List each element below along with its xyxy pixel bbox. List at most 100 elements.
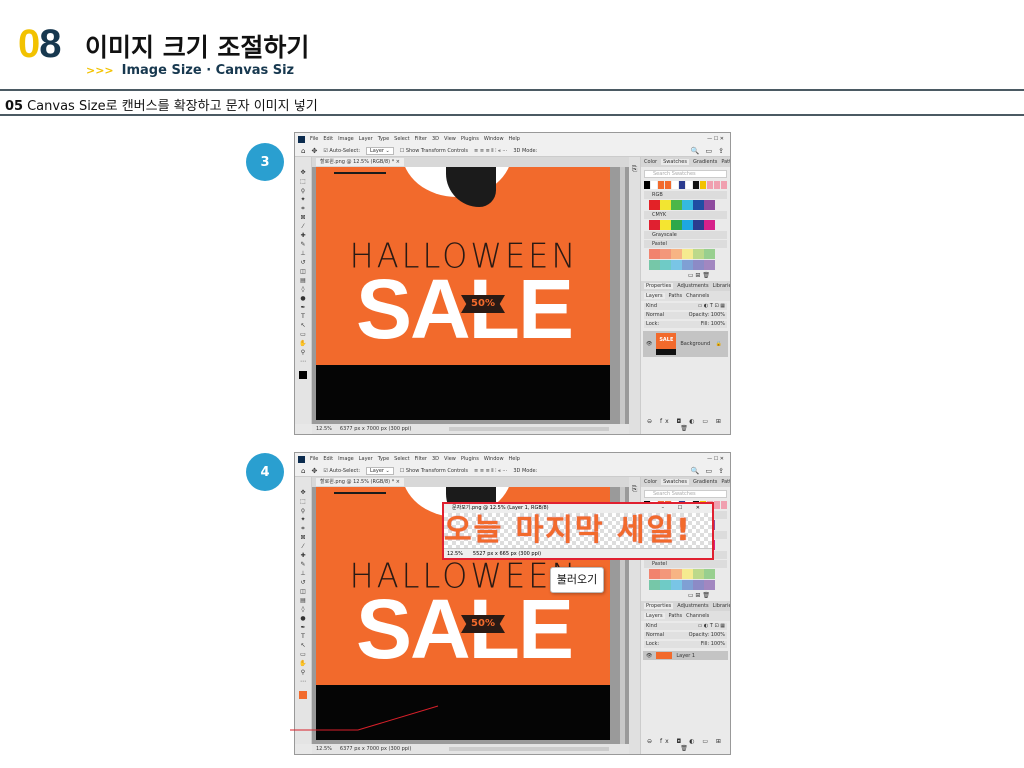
- document-tab[interactable]: 할로윈.png @ 12.5% (RGB/8) * ×: [316, 478, 404, 486]
- hand-tool[interactable]: ✋: [299, 340, 308, 347]
- menu-type[interactable]: Type: [378, 136, 389, 142]
- visibility-eye-icon[interactable]: 👁: [646, 653, 652, 659]
- swatch[interactable]: [686, 181, 692, 189]
- more-tools[interactable]: ⋯: [299, 358, 308, 365]
- tab-channels[interactable]: Channels: [686, 293, 709, 299]
- swatch[interactable]: [671, 249, 682, 259]
- menu-3d[interactable]: 3D: [432, 456, 439, 462]
- poster-canvas[interactable]: HALLOWEEN SALE 50%: [316, 167, 610, 420]
- canvas-area[interactable]: HALLOWEEN SALE 50%: [312, 167, 629, 426]
- eyedropper-tool[interactable]: ⁄: [299, 543, 308, 550]
- swatch[interactable]: [682, 260, 693, 270]
- document-tab[interactable]: 할로윈.png @ 12.5% (RGB/8) * ×: [316, 158, 404, 166]
- foreground-color-swatch[interactable]: [299, 691, 307, 699]
- tab-gradients[interactable]: Gradients: [693, 479, 717, 485]
- swatch[interactable]: [660, 569, 671, 579]
- swatch[interactable]: [693, 220, 704, 230]
- swatch[interactable]: [660, 580, 671, 590]
- swatch[interactable]: [649, 569, 660, 579]
- align-icons[interactable]: ≡ ≡ ≡ ⫴ ⫶ ⫷ ⋯: [474, 468, 507, 474]
- menu-layer[interactable]: Layer: [359, 136, 373, 142]
- menu-filter[interactable]: Filter: [415, 136, 427, 142]
- swatch[interactable]: [660, 249, 671, 259]
- tab-color[interactable]: Color: [644, 159, 657, 165]
- dodge-tool[interactable]: ●: [299, 295, 308, 302]
- swatch[interactable]: [671, 220, 682, 230]
- tab-adjustments[interactable]: Adjustments: [677, 603, 708, 609]
- kind-filter[interactable]: Kind: [646, 623, 657, 630]
- swatch[interactable]: [682, 220, 693, 230]
- swatch[interactable]: [704, 569, 715, 579]
- lock-options[interactable]: Lock:: [646, 321, 659, 328]
- hand-tool[interactable]: ✋: [299, 660, 308, 667]
- tab-color[interactable]: Color: [644, 479, 657, 485]
- share-icon[interactable]: ⇪: [718, 147, 724, 155]
- healing-tool[interactable]: ✚: [299, 232, 308, 239]
- blend-mode-select[interactable]: Normal: [646, 312, 664, 319]
- swatch-search-input[interactable]: Search Swatches: [644, 170, 727, 178]
- swatch[interactable]: [649, 200, 660, 210]
- menu-select[interactable]: Select: [394, 456, 409, 462]
- tab-gradients[interactable]: Gradients: [693, 159, 717, 165]
- layer-row-background[interactable]: 👁 SALE Background 🔒: [643, 331, 728, 357]
- home-icon[interactable]: ⌂: [301, 147, 305, 155]
- share-icon[interactable]: ⇪: [718, 467, 724, 475]
- swatch[interactable]: [682, 569, 693, 579]
- menu-window[interactable]: Window: [484, 136, 504, 142]
- auto-select-checkbox[interactable]: ☑ Auto-Select:: [323, 148, 360, 154]
- swatch-panel-actions[interactable]: ▭ ⊞ 🗑: [641, 272, 730, 279]
- swatch-search-input[interactable]: Search Swatches: [644, 490, 727, 498]
- tab-patterns[interactable]: Patterns: [721, 159, 730, 165]
- lasso-tool[interactable]: ϙ: [299, 507, 308, 514]
- horizontal-scrollbar[interactable]: [449, 747, 609, 751]
- frame-tool[interactable]: ⊠: [299, 534, 308, 541]
- shape-tool[interactable]: ▭: [299, 331, 308, 338]
- zoom-level[interactable]: 12.5%: [316, 746, 332, 752]
- pen-tool[interactable]: ✒: [299, 624, 308, 631]
- menu-plugins[interactable]: Plugins: [461, 136, 479, 142]
- history-panel-icon[interactable]: ⎘: [632, 485, 638, 493]
- workspace-icon[interactable]: ▭: [706, 467, 713, 475]
- history-brush-tool[interactable]: ↺: [299, 579, 308, 586]
- swatch[interactable]: [693, 181, 699, 189]
- align-icons[interactable]: ≡ ≡ ≡ ⫴ ⫶ ⫷ ⋯: [474, 148, 507, 154]
- move-tool[interactable]: ✥: [299, 489, 308, 496]
- menu-image[interactable]: Image: [338, 136, 354, 142]
- swatch[interactable]: [649, 249, 660, 259]
- move-tool[interactable]: ✥: [299, 169, 308, 176]
- swatch[interactable]: [649, 260, 660, 270]
- menu-image[interactable]: Image: [338, 456, 354, 462]
- brush-tool[interactable]: ✎: [299, 561, 308, 568]
- opacity-field[interactable]: Opacity: 100%: [689, 312, 725, 319]
- foreground-color-swatch[interactable]: [299, 371, 307, 379]
- swatch[interactable]: [704, 580, 715, 590]
- layer-panel-actions[interactable]: ⊖ fx ◘ ◐ ▭ ⊞ 🗑: [641, 738, 730, 752]
- swatch[interactable]: [693, 569, 704, 579]
- eyedropper-tool[interactable]: ⁄: [299, 223, 308, 230]
- tab-swatches[interactable]: Swatches: [661, 159, 689, 165]
- move-tool-icon[interactable]: ✥: [311, 147, 317, 155]
- swatch-group-pastel[interactable]: Pastel: [644, 560, 727, 568]
- zoom-tool[interactable]: ⚲: [299, 349, 308, 356]
- swatch[interactable]: [672, 181, 678, 189]
- more-tools[interactable]: ⋯: [299, 678, 308, 685]
- swatch[interactable]: [721, 501, 727, 509]
- swatch[interactable]: [671, 260, 682, 270]
- menu-select[interactable]: Select: [394, 136, 409, 142]
- layer-select[interactable]: Layer ⌄: [366, 466, 394, 475]
- swatch[interactable]: [658, 181, 664, 189]
- text-image-canvas[interactable]: 오늘 마지막 세일!: [444, 513, 712, 548]
- magic-wand-tool[interactable]: ✦: [299, 196, 308, 203]
- swatch[interactable]: [704, 260, 715, 270]
- swatch-group-grayscale[interactable]: Grayscale: [644, 231, 727, 239]
- vertical-scrollbar[interactable]: [620, 167, 625, 426]
- gradient-tool[interactable]: ▤: [299, 597, 308, 604]
- swatch[interactable]: [660, 260, 671, 270]
- menu-file[interactable]: File: [310, 136, 318, 142]
- swatch[interactable]: [660, 220, 671, 230]
- stamp-tool[interactable]: ⊥: [299, 250, 308, 257]
- kind-filter[interactable]: Kind: [646, 303, 657, 310]
- type-tool[interactable]: T: [299, 633, 308, 640]
- window-controls[interactable]: — ☐ ✕: [707, 136, 730, 142]
- stamp-tool[interactable]: ⊥: [299, 570, 308, 577]
